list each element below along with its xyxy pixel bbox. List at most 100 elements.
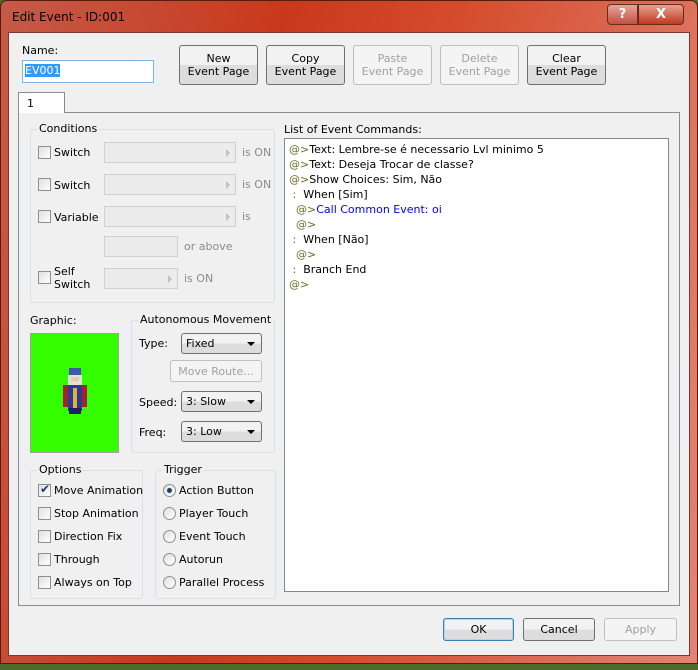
switch1-select xyxy=(104,142,236,163)
command-prefix: @> xyxy=(289,158,310,171)
command-indent xyxy=(289,203,296,216)
switch2-select xyxy=(104,174,236,195)
button-line-1: Delete xyxy=(461,52,498,65)
command-row[interactable]: @>Text: Deseja Trocar de classe? xyxy=(289,157,664,172)
button-line-2: Event Page xyxy=(187,65,250,78)
tab-page-1[interactable]: 1 xyxy=(18,92,65,113)
command-prefix: @> xyxy=(289,143,310,156)
options-title: Options xyxy=(37,463,84,476)
button-line-1: New xyxy=(206,52,231,65)
variable-value-stepper xyxy=(104,236,178,257)
command-indent xyxy=(289,248,296,261)
self-switch-select xyxy=(104,268,178,289)
command-row[interactable]: : When [Não] xyxy=(289,232,664,247)
option-checkbox[interactable] xyxy=(38,530,51,543)
command-prefix: @> xyxy=(296,218,317,231)
trigger-title: Trigger xyxy=(162,463,204,476)
switch2-is-on: is ON xyxy=(242,178,272,191)
command-prefix: @> xyxy=(296,203,317,216)
command-row[interactable]: @> xyxy=(289,277,664,292)
command-text: Text: Lembre-se é necessario Lvl minimo … xyxy=(309,143,544,156)
self-switch-checkbox[interactable] xyxy=(38,271,51,284)
button-line-2: Event Page xyxy=(361,65,424,78)
speed-select[interactable]: 3: Slow xyxy=(181,391,262,412)
name-label: Name: xyxy=(22,44,59,57)
speed-label: Speed: xyxy=(139,396,178,409)
move-route-button[interactable]: Move Route... xyxy=(170,360,262,382)
name-value: EV001 xyxy=(25,64,61,77)
command-text: When [Não] xyxy=(296,233,369,246)
switch1-label: Switch xyxy=(54,146,91,159)
switch1-checkbox[interactable] xyxy=(38,146,51,159)
variable-select xyxy=(104,206,236,227)
option-checkbox[interactable] xyxy=(38,507,51,520)
command-row[interactable]: @> xyxy=(289,247,664,262)
button-line-1: Paste xyxy=(377,52,408,65)
paste-event-page-button[interactable]: Paste Event Page xyxy=(353,45,432,85)
option-label: Direction Fix xyxy=(54,530,123,543)
apply-button[interactable]: Apply xyxy=(604,618,677,641)
command-text: Branch End xyxy=(296,263,367,276)
switch2-checkbox[interactable] xyxy=(38,178,51,191)
delete-event-page-button[interactable]: Delete Event Page xyxy=(440,45,519,85)
new-event-page-button[interactable]: New Event Page xyxy=(179,45,258,85)
button-line-1: Copy xyxy=(291,52,320,65)
command-prefix: @> xyxy=(289,173,310,186)
freq-select[interactable]: 3: Low xyxy=(181,421,262,442)
or-above-label: or above xyxy=(184,240,233,253)
conditions-title: Conditions xyxy=(37,122,100,135)
command-row[interactable]: @>Show Choices: Sim, Não xyxy=(289,172,664,187)
variable-checkbox[interactable] xyxy=(38,210,51,223)
command-row[interactable]: : Branch End xyxy=(289,262,664,277)
button-line-1: Clear xyxy=(552,52,581,65)
trigger-radio[interactable] xyxy=(163,484,176,497)
variable-label: Variable xyxy=(54,211,99,224)
trigger-label: Player Touch xyxy=(179,507,249,520)
option-label: Through xyxy=(54,553,100,566)
option-label: Move Animation xyxy=(54,484,144,497)
type-label: Type: xyxy=(139,337,168,350)
option-label: Stop Animation xyxy=(54,507,139,520)
trigger-radio[interactable] xyxy=(163,530,176,543)
command-text: Call Common Event: oi xyxy=(316,203,442,216)
event-commands-list[interactable]: @>Text: Lembre-se é necessario Lvl minim… xyxy=(284,138,669,592)
option-checkbox[interactable] xyxy=(38,553,51,566)
command-prefix: @> xyxy=(289,278,310,291)
clear-event-page-button[interactable]: Clear Event Page xyxy=(527,45,606,85)
self-switch-label-2: Switch xyxy=(54,278,91,291)
trigger-radio[interactable] xyxy=(163,576,176,589)
command-row[interactable]: @>Text: Lembre-se é necessario Lvl minim… xyxy=(289,142,664,157)
window-title: Edit Event - ID:001 xyxy=(12,10,126,24)
freq-label: Freq: xyxy=(139,426,167,439)
option-checkbox[interactable]: ✔ xyxy=(38,482,51,497)
command-row[interactable]: @>Call Common Event: oi xyxy=(289,202,664,217)
button-line-2: Event Page xyxy=(448,65,511,78)
character-sprite-icon xyxy=(63,368,87,414)
name-input[interactable]: EV001 xyxy=(22,60,154,83)
self-switch-is-on: is ON xyxy=(184,272,214,285)
graphic-preview[interactable] xyxy=(30,333,119,453)
ok-button[interactable]: OK xyxy=(443,618,514,641)
copy-event-page-button[interactable]: Copy Event Page xyxy=(266,45,345,85)
command-text: Text: Deseja Trocar de classe? xyxy=(309,158,474,171)
help-button[interactable]: ? xyxy=(607,4,638,25)
trigger-label: Action Button xyxy=(179,484,254,497)
button-line-2: Event Page xyxy=(535,65,598,78)
self-switch-label: Self Switch xyxy=(54,265,90,291)
cancel-button[interactable]: Cancel xyxy=(523,618,595,641)
close-button[interactable]: X xyxy=(638,4,684,25)
graphic-label: Graphic: xyxy=(30,314,77,327)
trigger-label: Autorun xyxy=(179,553,224,566)
command-row[interactable]: @> xyxy=(289,217,664,232)
trigger-radio[interactable] xyxy=(163,507,176,520)
command-indent xyxy=(289,218,296,231)
movement-title: Autonomous Movement xyxy=(138,313,274,326)
type-select[interactable]: Fixed xyxy=(181,333,262,354)
option-checkbox[interactable] xyxy=(38,576,51,589)
trigger-label: Event Touch xyxy=(179,530,246,543)
button-line-2: Event Page xyxy=(274,65,337,78)
command-row[interactable]: : When [Sim] xyxy=(289,187,664,202)
command-prefix: @> xyxy=(296,248,317,261)
trigger-radio[interactable] xyxy=(163,553,176,566)
self-switch-label-1: Self xyxy=(54,265,75,278)
